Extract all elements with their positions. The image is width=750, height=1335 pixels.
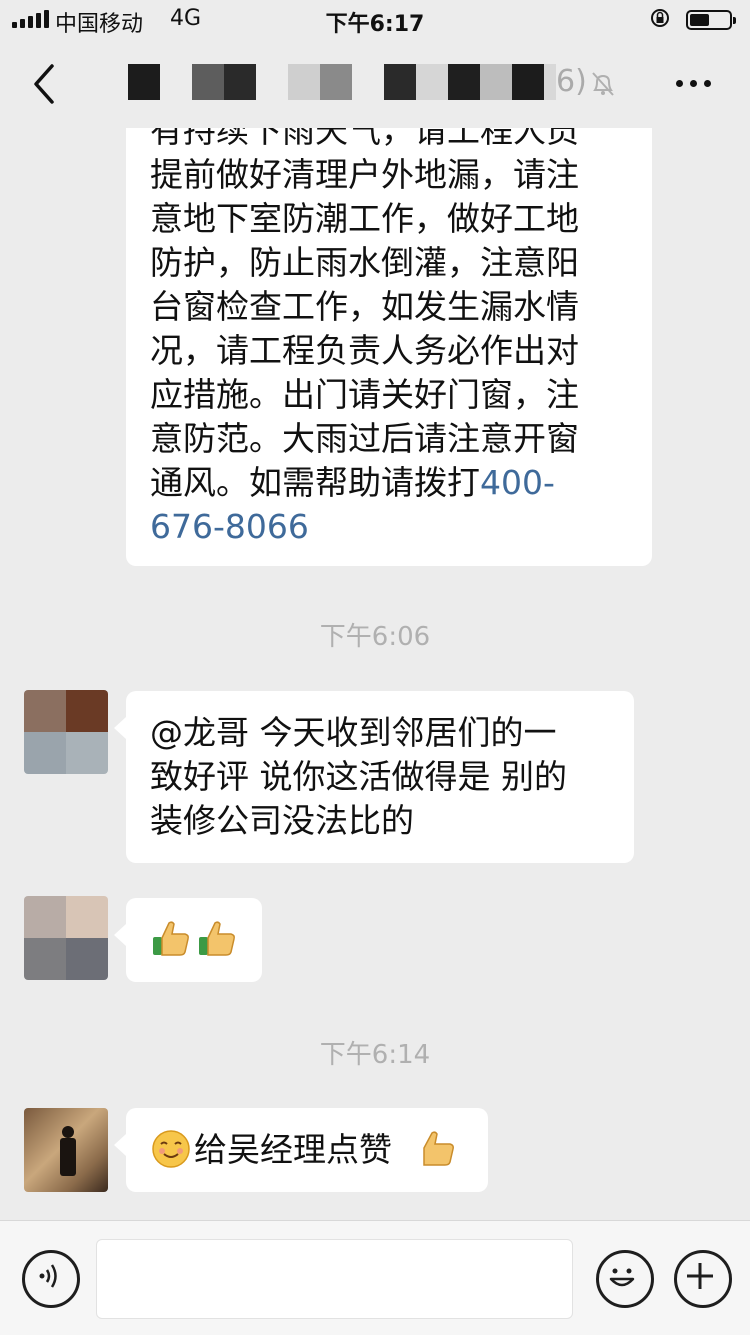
mute-bell-icon	[592, 72, 614, 96]
message-text: 有持续下雨天气，请工程人员 提前做好清理户外地漏，请注 意地下室防潮工作，做好工地防…	[150, 128, 579, 546]
chat-area[interactable]: 有持续下雨天气，请工程人员 提前做好清理户外地漏，请注 意地下室防潮工作，做好工地防…	[0, 128, 750, 1220]
blushing-smile-icon	[152, 1130, 190, 1168]
input-bar	[0, 1220, 750, 1335]
message-text: 给吴经理点赞	[194, 1130, 392, 1169]
phone-number-link[interactable]: 400-	[480, 463, 555, 502]
battery-icon	[686, 10, 736, 30]
message-bubble-praise[interactable]: 给吴经理点赞	[114, 1108, 488, 1192]
thumbs-up-icon	[153, 921, 189, 956]
chat-member-count: 6)	[556, 64, 587, 99]
avatar[interactable]	[24, 690, 108, 774]
add-icon[interactable]	[674, 1250, 732, 1308]
chat-title-redacted	[128, 64, 588, 102]
emoji-icon[interactable]	[596, 1250, 654, 1308]
thumbs-up-icon	[199, 921, 235, 956]
message-input[interactable]	[96, 1239, 573, 1319]
message-bubble-thumbs[interactable]	[114, 898, 262, 982]
message-bubble-review[interactable]: @龙哥 今天收到邻居们的一 致好评 说你这活做得是 别的 装修公司没法比的	[114, 691, 634, 863]
avatar[interactable]	[24, 1108, 108, 1192]
message-bubble-notice[interactable]: 有持续下雨天气，请工程人员 提前做好清理户外地漏，请注 意地下室防潮工作，做好工地防…	[126, 128, 652, 566]
chat-header: 6)	[0, 40, 750, 128]
back-arrow-icon[interactable]	[30, 62, 58, 106]
voice-icon[interactable]	[22, 1250, 80, 1308]
avatar[interactable]	[24, 896, 108, 980]
rotation-lock-icon	[651, 9, 669, 27]
more-options-icon[interactable]	[676, 80, 711, 87]
message-timestamp: 下午6:14	[319, 1040, 431, 1070]
thumbs-up-icon	[423, 1131, 454, 1166]
message-timestamp: 下午6:06	[319, 622, 431, 652]
message-text: @龙哥 今天收到邻居们的一 致好评 说你这活做得是 别的 装修公司没法比的	[150, 713, 567, 840]
phone-number-link[interactable]: 676-8066	[150, 507, 309, 546]
status-bar: 中国移动 4G 下午6:17	[0, 0, 750, 40]
status-time: 下午6:17	[325, 12, 425, 37]
